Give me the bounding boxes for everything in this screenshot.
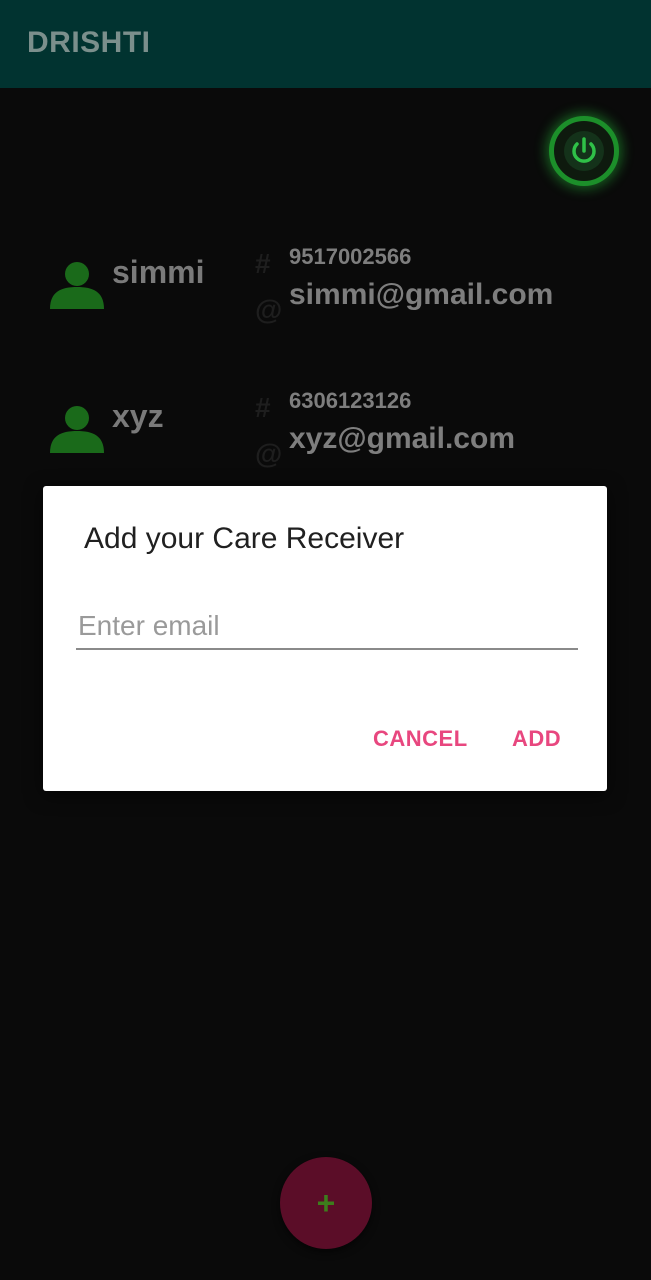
contact-email: xyz@gmail.com bbox=[289, 422, 515, 455]
dialog-title: Add your Care Receiver bbox=[84, 522, 405, 555]
contact-name: simmi bbox=[112, 254, 205, 290]
add-button[interactable]: ADD bbox=[512, 726, 561, 752]
plus-icon: + bbox=[316, 1185, 336, 1221]
person-icon bbox=[50, 262, 104, 309]
contact-name: xyz bbox=[112, 398, 164, 434]
add-care-receiver-dialog: Add your Care Receiver CANCEL ADD bbox=[43, 486, 607, 791]
cancel-button[interactable]: CANCEL bbox=[373, 726, 468, 752]
email-symbol: @ bbox=[255, 294, 283, 325]
phone-symbol: # bbox=[255, 392, 271, 423]
power-icon bbox=[564, 131, 604, 171]
contact-phone: 6306123126 bbox=[289, 388, 412, 413]
app-title: DRISHTI bbox=[27, 26, 151, 59]
contact-phone: 9517002566 bbox=[289, 244, 412, 269]
app-bar: DRISHTI bbox=[0, 0, 651, 88]
power-button[interactable] bbox=[549, 116, 619, 186]
contact-email: simmi@gmail.com bbox=[289, 278, 554, 311]
list-item[interactable]: xyz # @ 6306123126 xyz@gmail.com bbox=[0, 384, 651, 494]
add-contact-fab[interactable]: + bbox=[280, 1157, 372, 1249]
person-icon bbox=[50, 406, 104, 453]
email-input[interactable] bbox=[76, 604, 578, 650]
list-item[interactable]: simmi # @ 9517002566 simmi@gmail.com bbox=[0, 240, 651, 350]
phone-symbol: # bbox=[255, 248, 271, 279]
email-symbol: @ bbox=[255, 438, 283, 469]
